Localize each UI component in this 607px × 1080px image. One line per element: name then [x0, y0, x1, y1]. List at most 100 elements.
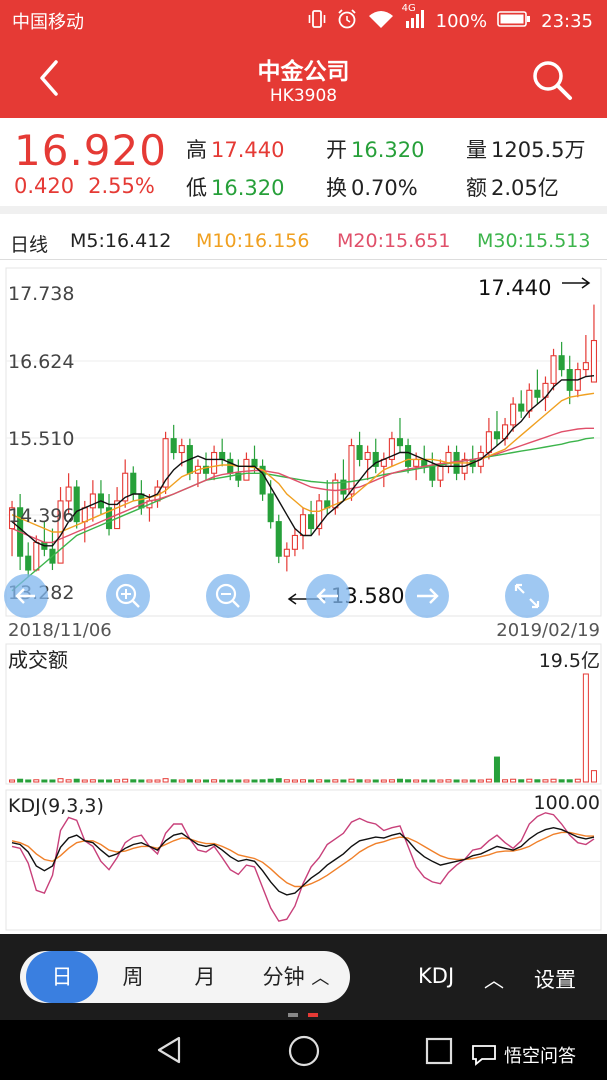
volume-bar-up [364, 779, 371, 783]
candle-up [526, 389, 533, 412]
nav-home-icon[interactable] [287, 1034, 321, 1068]
carrier-label: 中国移动 [12, 12, 84, 33]
tab-week[interactable]: 周 [102, 951, 164, 1003]
volume-panel-frame [5, 643, 602, 785]
volume-bar-up [146, 779, 153, 783]
low-label: 低 [186, 176, 207, 200]
high-value: 17.440 [211, 138, 285, 162]
candle-up [178, 445, 185, 454]
candle-up [291, 534, 298, 550]
candle-down [25, 555, 32, 571]
chevron-up-icon[interactable]: ︿ [484, 964, 504, 993]
candle-up [348, 445, 355, 495]
volume-bar-up [388, 779, 395, 783]
indicator-selector[interactable]: KDJ [418, 964, 454, 988]
candle-down [251, 458, 258, 467]
page-dot-active [308, 1013, 318, 1017]
speech-bubble-icon [472, 1045, 496, 1066]
candle-up [299, 514, 307, 537]
volume-bar-down [566, 779, 573, 783]
candle-up [550, 355, 557, 384]
turnover-rate-value: 0.70% [351, 176, 418, 200]
stock-code: HK3908 [269, 86, 338, 106]
amount-label: 额 [466, 176, 487, 200]
volume-bar-up [57, 778, 64, 783]
candle-down [170, 438, 177, 454]
candle-down [308, 514, 315, 530]
ma10-label: M10:16.156 [196, 230, 310, 252]
candle-down [396, 438, 404, 447]
nav-back-icon[interactable] [153, 1034, 185, 1066]
period-label: 日线 [10, 234, 49, 256]
volume-bar-down [138, 779, 145, 783]
volume-bar-up [485, 778, 492, 783]
volume-bar-up [510, 778, 517, 783]
high-cell: 高 17.440 [186, 134, 284, 164]
volume-bar-up [299, 779, 307, 783]
volume-bar-down [219, 779, 226, 783]
scroll-prev-button[interactable] [306, 574, 350, 618]
max-price-label: 17.440 [478, 276, 551, 300]
amount-cell: 额 2.05亿 [466, 172, 559, 202]
tab-day[interactable]: 日 [26, 951, 98, 1003]
amount-value: 2.05亿 [491, 176, 559, 200]
tab-month[interactable]: 月 [174, 951, 236, 1003]
volume-bar-up [445, 779, 452, 783]
fullscreen-button[interactable] [505, 574, 549, 618]
volume-label: 量 [466, 138, 487, 162]
tab-minute-label: 分钟 [262, 965, 305, 989]
battery-percent: 100% [435, 11, 488, 32]
volume-bar-up [574, 778, 581, 783]
zoom-out-button[interactable] [206, 574, 250, 618]
volume-bar-up [550, 778, 557, 783]
vibrate-icon [308, 9, 326, 34]
volume-bar-up [332, 779, 339, 783]
volume-bar-down [106, 779, 113, 783]
candle-up [485, 431, 492, 454]
volume-panel-label: 成交额 [8, 648, 68, 672]
period-selector: 日 周 月 分钟 ︿ [20, 951, 350, 1003]
open-cell: 开 16.320 [326, 134, 424, 164]
chevron-up-icon: ︿ [311, 968, 330, 989]
kdj-panel-label: KDJ(9,3,3) [8, 795, 104, 817]
volume-bar-down [429, 779, 436, 783]
volume-bar-up [291, 779, 298, 783]
candle-up [81, 507, 88, 523]
turnover-rate-label: 换 [326, 176, 347, 200]
scroll-next-button[interactable] [405, 574, 449, 618]
volume-bar-down [356, 779, 363, 783]
grid [6, 360, 601, 516]
scroll-left-button[interactable] [4, 574, 48, 618]
kline-chart[interactable]: 17.73816.62415.51014.39613.282 17.440 13… [0, 262, 607, 932]
candle-down [275, 521, 282, 557]
search-button[interactable] [528, 56, 576, 104]
candle-up [413, 458, 420, 467]
signal-icon: 4G [402, 3, 426, 34]
candle-down [73, 486, 80, 523]
candle-down [558, 355, 565, 371]
volume-bar-up [81, 779, 88, 783]
volume-bar-up [316, 779, 323, 783]
ma-legend: 日线 M5:16.412 M10:16.156 M20:15.651 M30:1… [0, 222, 607, 260]
low-cell: 低 16.320 [186, 172, 284, 202]
candle-down [518, 403, 525, 412]
volume-bar-down [259, 779, 266, 783]
zoom-in-button[interactable] [106, 574, 150, 618]
volume-bar-down [518, 779, 525, 783]
chart-area[interactable]: 17.73816.62415.51014.39613.282 17.440 13… [0, 262, 607, 932]
settings-button[interactable]: 设置 [534, 964, 576, 994]
volume-bar-down [49, 779, 56, 783]
tab-minute[interactable]: 分钟 ︿ [246, 951, 346, 1003]
ma20-label: M20:15.651 [337, 230, 451, 252]
candle-up [33, 541, 40, 571]
nav-recents-icon[interactable] [424, 1036, 454, 1066]
volume-bar-down [251, 779, 258, 783]
candle-up [510, 403, 517, 426]
volume-bars [9, 673, 597, 783]
volume-bar-up [542, 779, 549, 783]
volume-bar-down [405, 779, 412, 783]
volume-bar-down [421, 779, 428, 783]
volume-bar-up [348, 778, 355, 783]
candle-down [267, 493, 274, 523]
candle-up [243, 458, 250, 481]
